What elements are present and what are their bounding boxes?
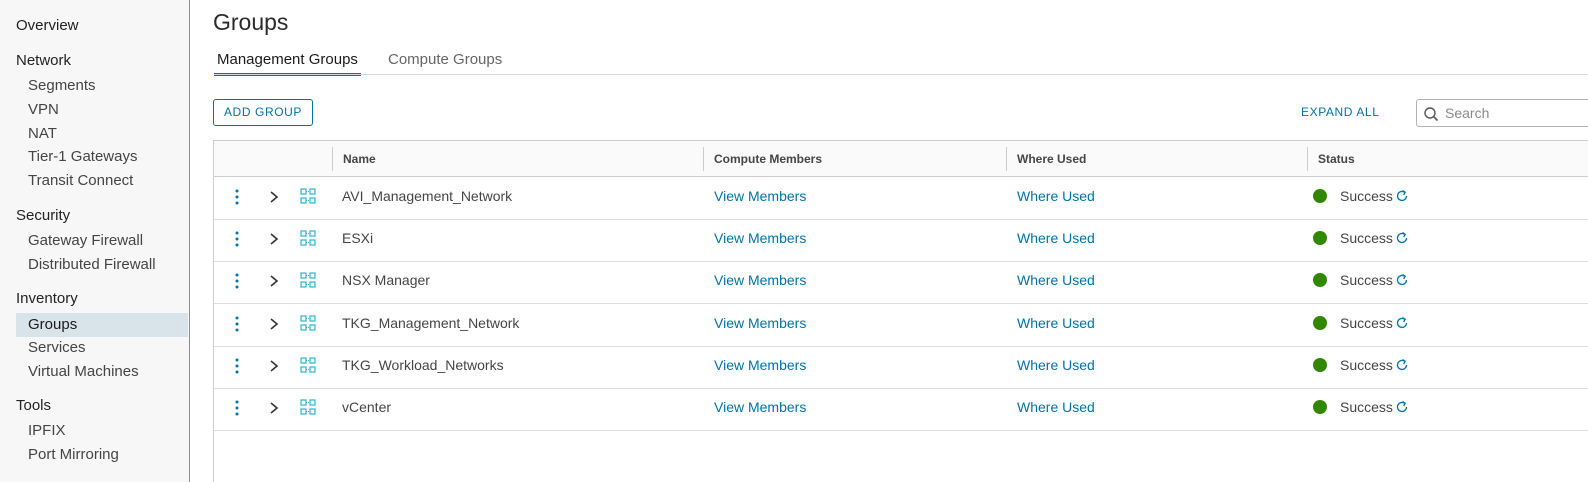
chevron-right-icon[interactable] — [268, 317, 280, 331]
where-used-link[interactable]: Where Used — [1017, 178, 1095, 220]
sidebar-item-ipfix[interactable]: IPFIX — [0, 419, 188, 443]
search-icon — [1424, 107, 1439, 122]
sidebar-section-inventory: Inventory — [16, 290, 78, 307]
vertical-ellipsis-icon[interactable] — [234, 357, 240, 375]
group-name: TKG_Workload_Networks — [342, 357, 504, 373]
group-icon — [300, 315, 316, 331]
refresh-icon[interactable] — [1395, 273, 1409, 287]
page-title: Groups — [213, 9, 289, 35]
group-icon — [300, 357, 316, 373]
group-icon — [300, 230, 316, 246]
group-name: TKG_Management_Network — [342, 315, 520, 331]
refresh-icon[interactable] — [1395, 358, 1409, 372]
group-name: vCenter — [342, 399, 392, 415]
view-members-link[interactable]: View Members — [714, 347, 806, 389]
group-name: ESXi — [342, 230, 374, 246]
sidebar-item-services[interactable]: Services — [0, 336, 188, 360]
table-row: TKG_Management_Network View Members Where … — [214, 305, 1588, 347]
vertical-ellipsis-icon[interactable] — [234, 399, 240, 417]
status-dot-icon — [1313, 231, 1327, 245]
where-used-link[interactable]: Where Used — [1017, 220, 1095, 262]
sidebar-overview[interactable]: Overview — [16, 17, 79, 34]
status-text: Success — [1340, 188, 1393, 204]
search-placeholder: Search — [1445, 105, 1490, 121]
tab-compute-groups[interactable]: Compute Groups — [388, 50, 502, 76]
sidebar-item-vpn[interactable]: VPN — [0, 98, 188, 122]
status-dot-icon — [1313, 358, 1327, 372]
status-dot-icon — [1313, 400, 1327, 414]
vertical-ellipsis-icon[interactable] — [234, 230, 240, 248]
where-used-link[interactable]: Where Used — [1017, 262, 1095, 304]
sidebar-section-network: Network — [16, 52, 72, 69]
tab-divider — [214, 74, 1588, 75]
sidebar-item-nat[interactable]: NAT — [0, 122, 188, 146]
view-members-link[interactable]: View Members — [714, 305, 806, 347]
search-input[interactable]: Search — [1416, 99, 1588, 127]
table-row: NSX Manager View Members Where Used Success — [214, 262, 1588, 304]
column-header-compute-members[interactable]: Compute Members — [703, 141, 822, 177]
chevron-right-icon[interactable] — [268, 359, 280, 373]
status-text: Success — [1340, 357, 1393, 373]
status-text: Success — [1340, 399, 1393, 415]
expand-all-button[interactable]: EXPAND ALL — [1301, 105, 1379, 119]
column-header-where-used[interactable]: Where Used — [1006, 141, 1086, 177]
refresh-icon[interactable] — [1395, 231, 1409, 245]
group-icon — [300, 272, 316, 288]
vertical-ellipsis-icon[interactable] — [234, 272, 240, 290]
sidebar-item-tier1-gateways[interactable]: Tier-1 Gateways — [0, 145, 188, 169]
sidebar-item-groups[interactable]: Groups — [16, 313, 188, 337]
groups-grid: Name Compute Members Where Used Status A… — [213, 140, 1588, 482]
sidebar-item-gateway-firewall[interactable]: Gateway Firewall — [0, 229, 188, 253]
status-text: Success — [1340, 272, 1393, 288]
view-members-link[interactable]: View Members — [714, 220, 806, 262]
main-content: Groups Management Groups Compute Groups … — [190, 0, 1588, 482]
refresh-icon[interactable] — [1395, 189, 1409, 203]
table-row: AVI_Management_Network View Members Where … — [214, 178, 1588, 220]
add-group-button[interactable]: ADD GROUP — [213, 99, 313, 126]
table-row: TKG_Workload_Networks View Members Where U… — [214, 347, 1588, 389]
chevron-right-icon[interactable] — [268, 274, 280, 288]
table-row: vCenter View Members Where Used Success — [214, 389, 1588, 431]
sidebar-section-tools: Tools — [16, 397, 52, 414]
view-members-link[interactable]: View Members — [714, 389, 806, 431]
status-dot-icon — [1313, 316, 1327, 330]
sidebar-section-security: Security — [16, 207, 71, 224]
sidebar-item-segments[interactable]: Segments — [0, 74, 188, 98]
where-used-link[interactable]: Where Used — [1017, 347, 1095, 389]
status-text: Success — [1340, 230, 1393, 246]
vertical-ellipsis-icon[interactable] — [234, 188, 240, 206]
status-text: Success — [1340, 315, 1393, 331]
refresh-icon[interactable] — [1395, 400, 1409, 414]
view-members-link[interactable]: View Members — [714, 178, 806, 220]
chevron-right-icon[interactable] — [268, 190, 280, 204]
group-name: AVI_Management_Network — [342, 188, 513, 204]
group-icon — [300, 188, 316, 204]
sidebar: Overview Network Segments VPN NAT Tier-1… — [0, 0, 190, 482]
view-members-link[interactable]: View Members — [714, 262, 806, 304]
status-dot-icon — [1313, 189, 1327, 203]
chevron-right-icon[interactable] — [268, 232, 280, 246]
where-used-link[interactable]: Where Used — [1017, 305, 1095, 347]
table-row: ESXi View Members Where Used Success — [214, 220, 1588, 262]
vertical-ellipsis-icon[interactable] — [234, 315, 240, 333]
status-dot-icon — [1313, 273, 1327, 287]
refresh-icon[interactable] — [1395, 316, 1409, 330]
group-icon — [300, 399, 316, 415]
sidebar-item-port-mirroring[interactable]: Port Mirroring — [0, 443, 188, 467]
sidebar-item-transit-connect[interactable]: Transit Connect — [0, 169, 188, 193]
where-used-link[interactable]: Where Used — [1017, 389, 1095, 431]
sidebar-item-virtual-machines[interactable]: Virtual Machines — [0, 360, 188, 384]
sidebar-item-distributed-firewall[interactable]: Distributed Firewall — [0, 253, 188, 277]
chevron-right-icon[interactable] — [268, 401, 280, 415]
grid-header: Name Compute Members Where Used Status — [214, 141, 1588, 177]
tab-management-groups[interactable]: Management Groups — [214, 50, 361, 76]
column-header-name[interactable]: Name — [332, 141, 376, 177]
column-header-status[interactable]: Status — [1307, 141, 1355, 177]
group-name: NSX Manager — [342, 272, 430, 288]
